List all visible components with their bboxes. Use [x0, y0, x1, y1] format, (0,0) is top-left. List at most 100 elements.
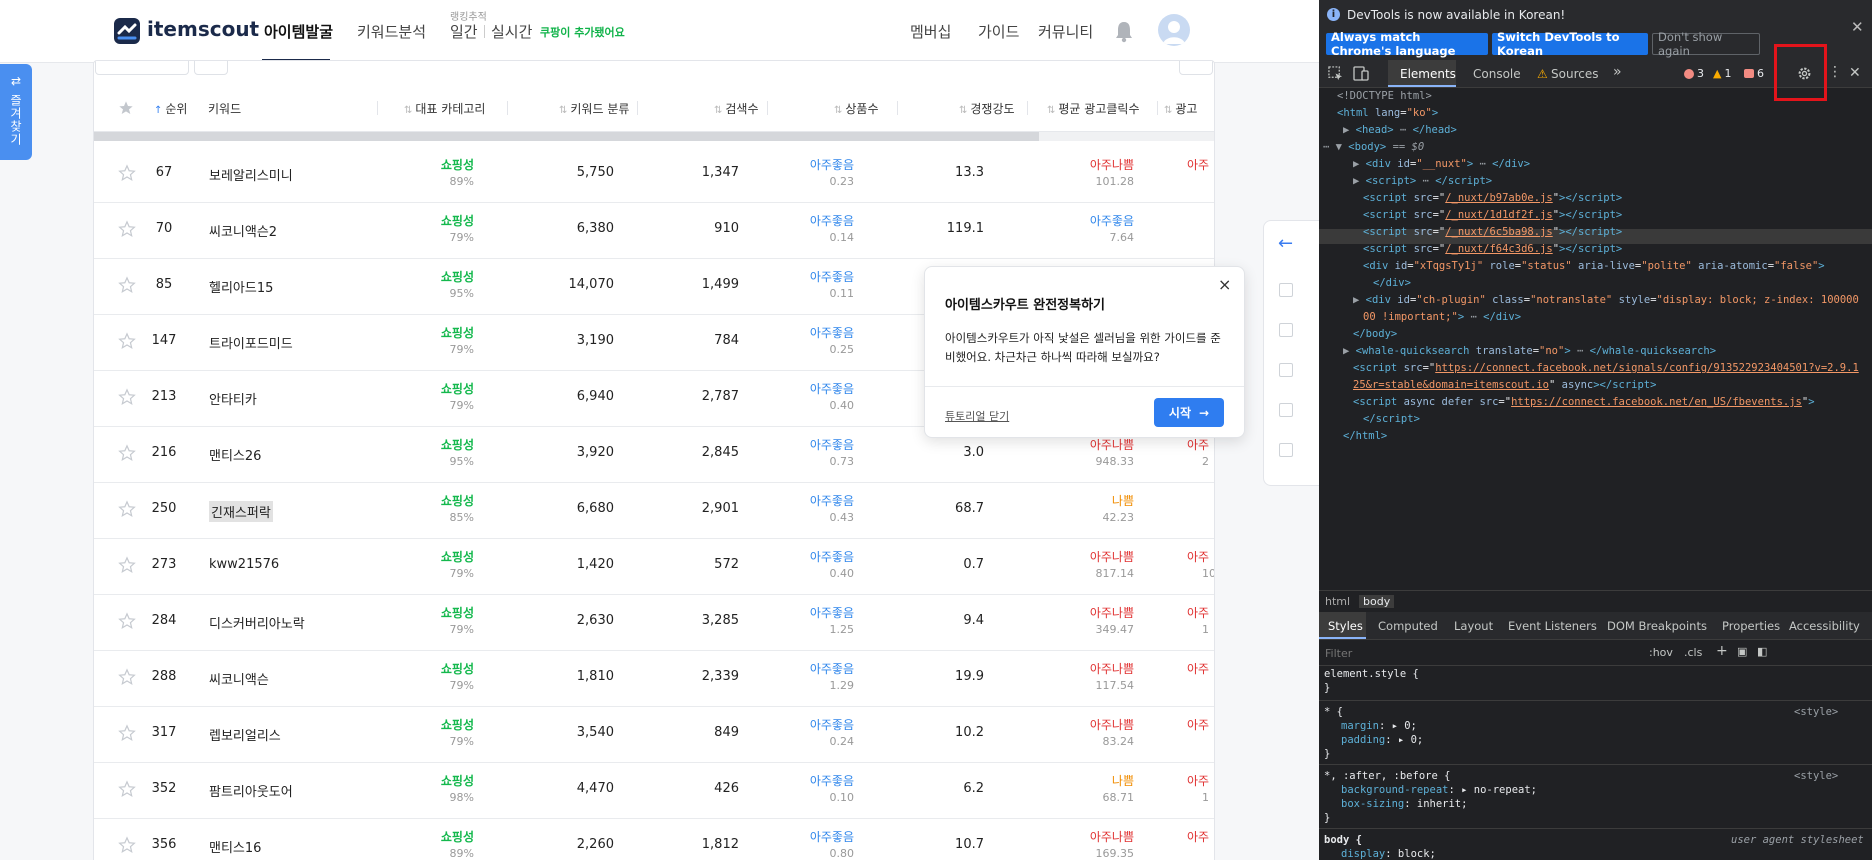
warning-count-badge[interactable]: ▲ 1 [1713, 67, 1731, 80]
tab-event-listeners[interactable]: Event Listeners [1508, 619, 1597, 633]
th-avg-clicks[interactable]: ⇅ 평균 광고클릭수 [1047, 100, 1140, 117]
toolbar-right-button[interactable] [1179, 61, 1213, 75]
table-row[interactable]: 352 팜트리아웃도어 쇼핑성 98% 4,470 426 아주좋음 0.10 6.2 나쁨 68.… [94, 762, 1214, 819]
rule-element-style[interactable]: element.style { [1324, 668, 1419, 680]
nav-community[interactable]: 커뮤니티 [1038, 21, 1093, 42]
close-icon[interactable]: ✕ [1851, 18, 1864, 36]
coupang-badge[interactable]: 쿠팡이 추가됐어요 [540, 24, 625, 40]
th-ad-cut[interactable]: ⇅ 광고 [1164, 100, 1197, 117]
decl-display[interactable]: display: block; [1341, 848, 1436, 860]
tab-dom-breakpoints[interactable]: DOM Breakpoints [1607, 619, 1707, 633]
decl-box-sizing[interactable]: box-sizing: inherit; [1341, 798, 1467, 810]
table-row[interactable]: 288 씨코니액슨 쇼핑성 79% 1,810 2,339 아주좋음 1.29 19.9 아주나쁨… [94, 650, 1214, 707]
tab-computed[interactable]: Computed [1378, 619, 1438, 633]
keyword-cell[interactable]: 맨티스16 [209, 837, 261, 856]
dom-nuxt-div[interactable]: ▶ <div id="__nuxt"> ⋯ </div> [1353, 158, 1530, 170]
table-row[interactable]: 317 렙보리얼리스 쇼핑성 79% 3,540 849 아주좋음 0.24 10.2 아주나쁨 8… [94, 706, 1214, 763]
logo-text[interactable]: itemscout [147, 17, 259, 41]
sidebar-toggle-icon[interactable]: ◧ [1757, 645, 1767, 658]
nav-realtime[interactable]: 실시간 [491, 21, 532, 42]
toolbar-icon-button[interactable] [194, 61, 228, 75]
kebab-menu-icon[interactable]: ⋮ [1828, 64, 1842, 80]
star-icon[interactable] [118, 220, 136, 238]
th-products[interactable]: ⇅ 상품수 [834, 100, 879, 117]
error-count-badge[interactable]: 3 [1684, 67, 1704, 80]
keyword-cell[interactable]: 맨티스26 [209, 445, 261, 464]
table-row[interactable]: 284 디스커버리아노락 쇼핑성 79% 2,630 3,285 아주좋음 1.25 9.4 아주… [94, 594, 1214, 651]
keyword-cell[interactable]: 렙보리얼리스 [209, 725, 281, 744]
keyword-cell[interactable]: kww21576 [209, 557, 279, 572]
star-icon[interactable] [118, 164, 136, 182]
table-row[interactable]: 67 보레알리스미니 쇼핑성 89% 5,750 1,347 아주좋음 0.23 13.3 아주나… [94, 146, 1214, 203]
th-keyword[interactable]: 키워드 [208, 100, 241, 117]
keyword-cell[interactable]: 씨코니액슨2 [209, 221, 277, 240]
star-icon[interactable] [118, 780, 136, 798]
close-icon[interactable]: × [1218, 275, 1231, 294]
tab-console[interactable]: Console [1473, 67, 1521, 81]
dom-script-node[interactable]: ▶ <script> ⋯ </script> [1353, 175, 1492, 187]
th-category[interactable]: ⇅ 대표 카테고리 [404, 100, 485, 117]
dont-show-again-button[interactable]: Don't show again [1652, 30, 1760, 58]
dom-whale-node[interactable]: ▶ <whale-quicksearch translate="no"> ⋯ <… [1343, 345, 1716, 357]
star-icon[interactable] [118, 388, 136, 406]
styles-filter-input[interactable] [1323, 644, 1643, 662]
favorites-tab[interactable]: ⇄ 즐겨찾기 [0, 64, 32, 160]
dom-script-src[interactable]: <script src="/_nuxt/b97ab0e.js"></script… [1363, 192, 1622, 204]
nav-keyword-analysis[interactable]: 키워드분석 [357, 21, 426, 42]
decl-padding[interactable]: padding: ▸ 0; [1341, 734, 1423, 746]
star-icon[interactable] [118, 500, 136, 518]
dom-doctype[interactable]: <!DOCTYPE html> [1337, 90, 1432, 102]
dom-html-close[interactable]: </html> [1343, 430, 1387, 442]
paint-brush-icon[interactable]: ▣ [1737, 645, 1747, 658]
dom-fb-script-cont[interactable]: 25&r=stable&domain=itemscout.io" async><… [1353, 379, 1656, 391]
keyword-cell[interactable]: 긴재스퍼락 [209, 501, 273, 522]
rule-source[interactable]: <style> [1794, 706, 1838, 718]
side-checkbox[interactable] [1279, 363, 1293, 377]
close-tutorial-link[interactable]: 튜토리얼 닫기 [945, 408, 1009, 424]
dom-fb-script[interactable]: <script src="https://connect.facebook.ne… [1353, 362, 1859, 374]
tab-elements[interactable]: Elements [1400, 67, 1456, 81]
table-row[interactable]: 250 긴재스퍼락 쇼핑성 85% 6,680 2,901 아주좋음 0.43 68.7 나쁨 42… [94, 482, 1214, 539]
dom-script-close[interactable]: </script> [1363, 413, 1420, 425]
nav-daily[interactable]: 일간 [450, 21, 478, 42]
hov-toggle[interactable]: :hov [1649, 646, 1673, 659]
match-language-button[interactable]: Always match Chrome's language [1326, 30, 1488, 58]
new-rule-icon[interactable]: + [1716, 643, 1728, 659]
star-header-icon[interactable] [118, 100, 134, 116]
more-tabs-icon[interactable]: » [1613, 64, 1622, 80]
dom-close-div[interactable]: </div> [1373, 277, 1411, 289]
crumb-html[interactable]: html [1325, 595, 1350, 608]
nav-guide[interactable]: 가이드 [978, 21, 1019, 42]
side-checkbox[interactable] [1279, 323, 1293, 337]
tab-accessibility[interactable]: Accessibility [1789, 619, 1860, 633]
keyword-cell[interactable]: 씨코니액슨 [209, 669, 269, 688]
itemscout-logo-icon[interactable] [114, 18, 140, 44]
rule-universal[interactable]: * { [1324, 706, 1343, 718]
close-devtools-icon[interactable]: ✕ [1849, 65, 1861, 81]
dom-html-node[interactable]: <html lang="ko"> [1337, 107, 1438, 119]
table-row[interactable]: 70 씨코니액슨2 쇼핑성 79% 6,380 910 아주좋음 0.14 119.1 아주좋음 7… [94, 202, 1214, 259]
star-icon[interactable] [118, 444, 136, 462]
star-icon[interactable] [118, 836, 136, 854]
side-checkbox[interactable] [1279, 443, 1293, 457]
decl-margin[interactable]: margin: ▸ 0; [1341, 720, 1417, 732]
table-row[interactable]: 356 맨티스16 쇼핑성 89% 2,260 1,812 아주좋음 0.80 10.7 아주나쁨… [94, 818, 1214, 860]
dom-body-close[interactable]: </body> [1353, 328, 1397, 340]
dom-script-src[interactable]: <script src="/_nuxt/6c5ba98.js"></script… [1363, 226, 1622, 238]
dom-fbevents-script[interactable]: <script async defer src="https://connect… [1353, 396, 1815, 408]
horizontal-scrollbar[interactable] [94, 132, 1214, 141]
th-competition[interactable]: ⇅ 경쟁강도 [959, 100, 1015, 117]
keyword-cell[interactable]: 팜트리아웃도어 [209, 781, 293, 800]
device-toolbar-icon[interactable] [1353, 66, 1369, 81]
rule-source[interactable]: <style> [1794, 770, 1838, 782]
dom-script-src[interactable]: <script src="/_nuxt/1d1df2f.js"></script… [1363, 209, 1622, 221]
side-checkbox[interactable] [1279, 283, 1293, 297]
table-row[interactable]: 273 kww21576 쇼핑성 79% 1,420 572 아주좋음 0.40 0.7 아주나쁨… [94, 538, 1214, 595]
keyword-cell[interactable]: 보레알리스미니 [209, 165, 293, 184]
star-icon[interactable] [118, 724, 136, 742]
dom-ch-plugin[interactable]: ▶ <div id="ch-plugin" class="notranslate… [1353, 294, 1859, 306]
decl-background-repeat[interactable]: background-repeat: ▸ no-repeat; [1341, 784, 1537, 796]
star-icon[interactable] [118, 668, 136, 686]
th-keyword-class[interactable]: ⇅ 키워드 분류 [559, 100, 629, 117]
star-icon[interactable] [118, 332, 136, 350]
